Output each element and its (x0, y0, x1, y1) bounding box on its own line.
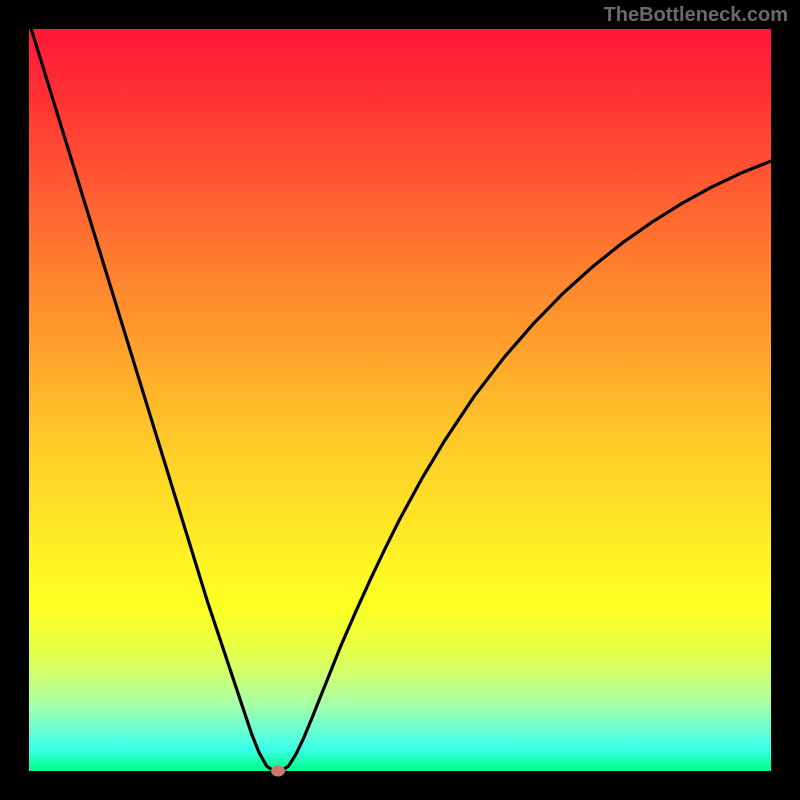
watermark-text: TheBottleneck.com (604, 4, 788, 27)
bottleneck-curve (29, 29, 771, 771)
curve-path (29, 29, 771, 771)
optimal-point-marker (271, 766, 285, 777)
chart-plot-area (29, 29, 771, 771)
